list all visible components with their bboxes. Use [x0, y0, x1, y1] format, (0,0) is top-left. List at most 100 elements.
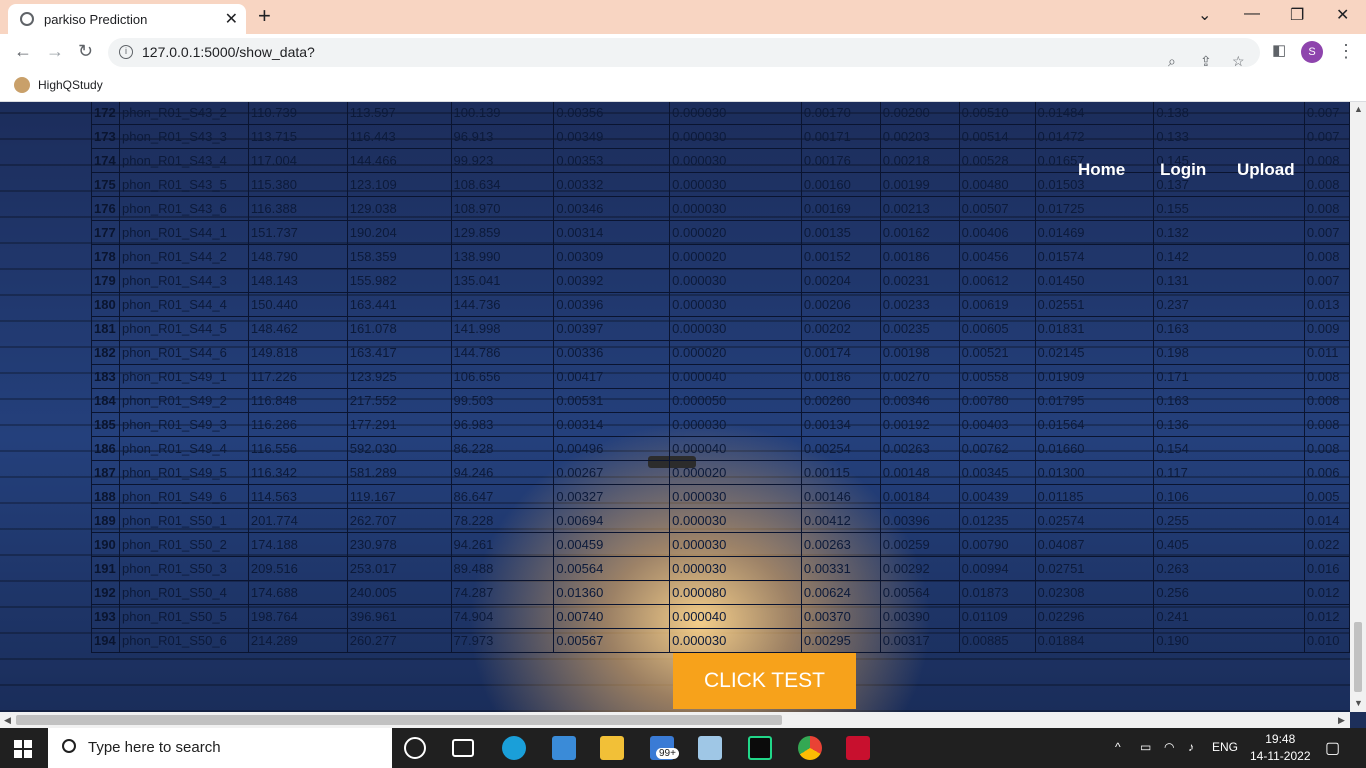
- vertical-scrollbar[interactable]: ▲ ▼: [1350, 102, 1366, 712]
- table-cell: 144.466: [346, 148, 452, 173]
- table-cell: 0.00314: [553, 412, 671, 437]
- table-cell: 0.142: [1153, 244, 1305, 269]
- table-cell: 0.00403: [958, 412, 1036, 437]
- table-cell: phon_R01_S49_3: [118, 412, 249, 437]
- table-cell: 0.190: [1153, 628, 1305, 653]
- battery-icon[interactable]: ▭: [1140, 740, 1151, 754]
- restore-icon[interactable]: ❐: [1290, 5, 1304, 25]
- table-cell: 108.634: [450, 172, 555, 197]
- table-cell: 0.01185: [1034, 484, 1155, 509]
- reload-icon[interactable]: ↻: [78, 41, 93, 62]
- table-cell: 0.00170: [800, 102, 881, 125]
- table-cell: 0.00740: [553, 604, 671, 629]
- table-cell: 135.041: [450, 268, 555, 293]
- horizontal-scroll-thumb[interactable]: [16, 715, 782, 725]
- site-info-icon[interactable]: i: [119, 45, 133, 59]
- table-cell: 0.00456: [958, 244, 1036, 269]
- file-explorer-icon[interactable]: [600, 736, 624, 760]
- cortana-icon[interactable]: [404, 737, 426, 759]
- task-view-icon[interactable]: [452, 739, 474, 757]
- table-cell: 260.277: [346, 628, 452, 653]
- table-cell: 0.02551: [1034, 292, 1155, 317]
- table-cell: 0.00396: [879, 508, 960, 533]
- table-row: 182 phon_R01_S44_6 149.818 163.417 144.786 0.…: [91, 340, 1350, 365]
- table-cell: 0.000040: [669, 436, 802, 461]
- pycharm-icon[interactable]: [748, 736, 772, 760]
- windows-start-icon[interactable]: [14, 740, 32, 758]
- table-cell: 0.00152: [800, 244, 881, 269]
- table-cell: 209.516: [247, 556, 348, 581]
- table-cell: phon_R01_S44_5: [118, 316, 249, 341]
- bookmark-highqstudy[interactable]: HighQStudy: [14, 77, 103, 93]
- scroll-up-icon[interactable]: ▲: [1354, 104, 1363, 114]
- table-cell: phon_R01_S49_2: [118, 388, 249, 413]
- table-cell: 117.226: [247, 364, 348, 389]
- row-index-cell: 176: [91, 196, 120, 221]
- click-test-button[interactable]: CLICK TEST: [673, 653, 856, 709]
- table-cell: 0.00292: [879, 556, 960, 581]
- row-index-cell: 177: [91, 220, 120, 245]
- table-cell: 151.737: [247, 220, 348, 245]
- app-icon[interactable]: [698, 736, 722, 760]
- nav-login-link[interactable]: Login: [1160, 160, 1206, 180]
- browser-tab[interactable]: parkiso Prediction ✕: [8, 4, 246, 34]
- menu-icon[interactable]: ⋮: [1337, 41, 1355, 62]
- vertical-scroll-thumb[interactable]: [1354, 622, 1362, 692]
- volume-icon[interactable]: ♪: [1188, 740, 1194, 754]
- nav-upload-link[interactable]: Upload: [1237, 160, 1295, 180]
- table-cell: 94.261: [450, 532, 555, 557]
- scroll-left-icon[interactable]: ◀: [4, 715, 11, 726]
- edge-icon[interactable]: [502, 736, 526, 760]
- table-cell: 0.405: [1153, 532, 1305, 557]
- horizontal-scrollbar[interactable]: ◀ ▶: [0, 712, 1350, 728]
- table-row: 177 phon_R01_S44_1 151.737 190.204 129.859 0.…: [91, 220, 1350, 245]
- close-window-icon[interactable]: ✕: [1336, 5, 1349, 25]
- forward-icon[interactable]: →: [46, 41, 64, 62]
- table-cell: 0.00233: [879, 292, 960, 317]
- table-cell: 77.973: [450, 628, 555, 653]
- close-tab-icon[interactable]: ✕: [225, 9, 238, 29]
- scroll-right-icon[interactable]: ▶: [1338, 715, 1345, 726]
- taskbar-search-box[interactable]: Type here to search: [48, 728, 392, 768]
- table-cell: 0.01831: [1034, 316, 1155, 341]
- minimize-icon[interactable]: —: [1244, 5, 1260, 23]
- taskbar-clock[interactable]: 19:48 14-11-2022: [1250, 731, 1311, 765]
- title-bar: parkiso Prediction ✕ + ⌄ — ❐ ✕: [0, 0, 1366, 34]
- row-index-cell: 173: [91, 124, 120, 149]
- table-cell: 0.000080: [669, 580, 802, 605]
- table-cell: 0.00790: [958, 532, 1036, 557]
- back-icon[interactable]: ←: [14, 41, 32, 62]
- store-icon[interactable]: [552, 736, 576, 760]
- table-cell: 0.198: [1153, 340, 1305, 365]
- nav-home-link[interactable]: Home: [1078, 160, 1125, 180]
- table-cell: 110.739: [247, 102, 348, 125]
- tab-search-icon[interactable]: ⌄: [1198, 5, 1211, 25]
- side-panel-icon[interactable]: ◧: [1272, 41, 1286, 59]
- table-cell: 116.443: [346, 124, 452, 149]
- chrome-icon[interactable]: [798, 736, 822, 760]
- profile-avatar[interactable]: S: [1301, 41, 1323, 63]
- tray-chevron-icon[interactable]: ^: [1115, 740, 1121, 754]
- table-cell: 0.012: [1303, 580, 1350, 605]
- table-cell: phon_R01_S43_4: [118, 148, 249, 173]
- acrobat-icon[interactable]: [846, 736, 870, 760]
- table-cell: 0.00346: [879, 388, 960, 413]
- language-indicator[interactable]: ENG: [1212, 740, 1238, 754]
- new-tab-icon[interactable]: +: [258, 3, 271, 29]
- table-cell: 0.138: [1153, 102, 1305, 125]
- notifications-icon[interactable]: ▢: [1325, 738, 1340, 758]
- table-cell: 230.978: [346, 532, 452, 557]
- table-row: 193 phon_R01_S50_5 198.764 396.961 74.904 0.0…: [91, 604, 1350, 629]
- table-cell: 0.163: [1153, 316, 1305, 341]
- address-bar[interactable]: i 127.0.0.1:5000/show_data? ⌕ ⇪ ☆: [108, 38, 1260, 69]
- row-index-cell: 188: [91, 484, 120, 509]
- scroll-down-icon[interactable]: ▼: [1354, 698, 1363, 708]
- table-cell: 0.008: [1303, 172, 1350, 197]
- table-cell: 0.009: [1303, 316, 1350, 341]
- table-cell: 0.01360: [553, 580, 671, 605]
- table-cell: 86.228: [450, 436, 555, 461]
- wifi-icon[interactable]: ◠: [1164, 740, 1174, 754]
- table-cell: phon_R01_S44_3: [118, 268, 249, 293]
- table-cell: 0.006: [1303, 460, 1350, 485]
- table-cell: 0.000030: [669, 484, 802, 509]
